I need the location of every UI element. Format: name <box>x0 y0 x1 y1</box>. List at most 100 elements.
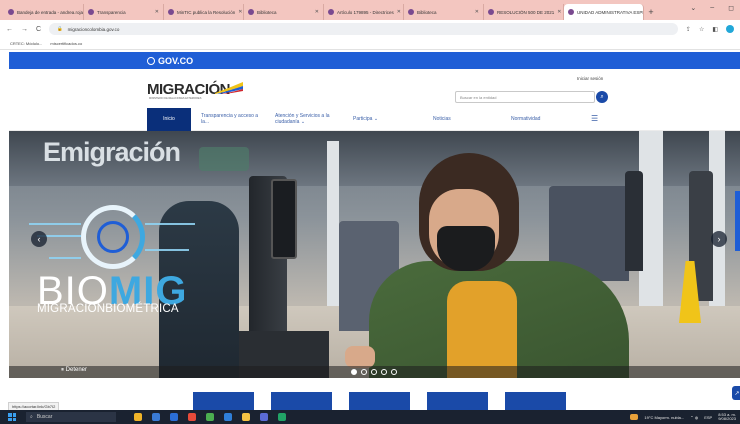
fingerprint-inner-ring <box>97 221 129 253</box>
service-tile[interactable] <box>427 392 488 410</box>
network-icon[interactable]: ⌃ ◍ <box>690 415 698 420</box>
browser-tab[interactable]: RESOLUCIÓN 500 DE 2021 ✕ <box>484 4 564 20</box>
browser-tab[interactable]: Biblioteca ✕ <box>244 4 324 20</box>
biomig-subtitle: MIGRACIÓNBIOMÉTRICA <box>37 303 179 315</box>
language-indicator[interactable]: ESP <box>704 415 712 420</box>
tab-favicon-icon <box>568 9 574 15</box>
carousel-dot[interactable] <box>381 369 387 375</box>
side-accessibility-tab[interactable] <box>735 191 740 251</box>
lock-icon: 🔒 <box>57 26 63 31</box>
service-tile[interactable] <box>505 392 566 410</box>
hero-sign-panel <box>199 147 249 171</box>
windows-taskbar: ⌕ Buscar <box>0 410 740 424</box>
close-icon[interactable]: ✕ <box>155 9 159 15</box>
folder-icon[interactable] <box>134 413 142 421</box>
nav-item[interactable]: Atención y Servicios a la ciudadanía ⌄ <box>275 108 345 131</box>
nav-item[interactable]: Inicio <box>147 108 191 131</box>
bookmark-item[interactable]: CRTEC: Módulo... <box>10 41 42 46</box>
service-tile[interactable] <box>271 392 332 410</box>
sidebar-icon[interactable]: ◧ <box>712 26 718 33</box>
chrome-icon[interactable] <box>206 413 214 421</box>
tab-label: Artículo 179895 - Directrices <box>337 9 394 15</box>
chevron-down-icon[interactable]: ⌄ <box>690 4 696 12</box>
carousel-dot[interactable] <box>351 369 357 375</box>
search-input[interactable]: Buscar en la entidad <box>455 91 595 103</box>
close-icon[interactable]: ✕ <box>315 9 319 15</box>
circuit-line <box>145 223 195 225</box>
teams-icon[interactable] <box>260 413 268 421</box>
forward-icon[interactable]: → <box>21 26 28 33</box>
browser-tab[interactable]: Transparencia ✕ <box>84 4 164 20</box>
hamburger-menu-icon[interactable]: ☰ <box>591 108 603 131</box>
carousel-dot[interactable] <box>371 369 377 375</box>
minimize-icon[interactable]: – <box>710 4 714 12</box>
kiosk-screen <box>271 179 297 259</box>
close-icon[interactable]: ✕ <box>557 9 561 15</box>
browser-tab[interactable]: Biblioteca ✕ <box>404 4 484 20</box>
explorer-icon[interactable] <box>242 413 250 421</box>
face-mask <box>437 226 495 271</box>
nav-item[interactable]: Normatividad <box>511 108 551 131</box>
login-link[interactable]: Iniciar sesión <box>577 76 603 81</box>
search-icon[interactable]: ⌕ <box>596 91 608 103</box>
taskbar-search-label: Buscar <box>36 414 53 420</box>
close-icon[interactable]: ✕ <box>238 9 242 15</box>
close-icon[interactable]: ✕ <box>475 9 479 15</box>
carousel-next-button[interactable]: › <box>711 231 727 247</box>
hero-crowd <box>625 171 643 271</box>
carousel-dots <box>351 369 397 375</box>
tab-label: Transparencia <box>97 9 126 15</box>
app-icon[interactable] <box>188 413 196 421</box>
tab-favicon-icon <box>88 9 94 15</box>
nav-item[interactable]: Participa ⌄ <box>353 108 393 131</box>
hero-carousel: Emigración BIOMIG MIGRACIÓNBIOMÉTRICA ‹ … <box>9 131 740 378</box>
close-icon[interactable]: ✕ <box>397 9 401 15</box>
service-tile[interactable] <box>193 392 254 410</box>
circuit-line <box>145 249 189 251</box>
carousel-dot[interactable] <box>391 369 397 375</box>
taskbar-search[interactable]: ⌕ Buscar <box>26 412 116 422</box>
weather-icon <box>630 414 639 420</box>
tab-label: UNIDAD ADMINISTRATIVA ESPECIAL <box>577 9 643 15</box>
logo-swoosh-icon <box>215 82 243 94</box>
new-tab-button[interactable]: + <box>644 4 658 20</box>
windows-start-icon[interactable] <box>8 413 16 421</box>
clock[interactable]: 8:53 a. m. 9/08/2023 <box>718 412 736 422</box>
outlook-icon[interactable] <box>170 413 178 421</box>
hero-pillar <box>327 141 339 311</box>
taskbar-apps <box>134 413 286 421</box>
tab-label: MinTIC publica la Resolución <box>177 9 236 15</box>
maximize-icon[interactable]: ◻ <box>728 4 734 12</box>
screen: { "browser": { "tabs": [ {"label": "Band… <box>0 0 740 424</box>
browser-tab[interactable]: UNIDAD ADMINISTRATIVA ESPECIAL✕ <box>564 4 644 20</box>
nav-item[interactable]: Transparencia y acceso a la... <box>201 108 261 131</box>
excel-icon[interactable] <box>278 413 286 421</box>
bookmarks-bar: CRTEC: Módulo... miscertificados.co <box>0 38 740 50</box>
reload-icon[interactable]: C <box>36 26 41 33</box>
service-tile[interactable] <box>349 392 410 410</box>
nav-item[interactable]: Noticias <box>433 108 463 131</box>
word-icon[interactable] <box>224 413 232 421</box>
tab-label: Biblioteca <box>257 9 277 15</box>
store-icon[interactable] <box>152 413 160 421</box>
carousel-stop-button[interactable]: ⏸ Detener <box>61 367 87 374</box>
profile-avatar[interactable] <box>726 25 734 33</box>
browser-tab[interactable]: Artículo 179895 - Directrices ✕ <box>324 4 404 20</box>
carousel-dot[interactable] <box>361 369 367 375</box>
star-icon[interactable]: ☆ <box>699 26 704 33</box>
browser-tab[interactable]: Bandeja de entrada - andrea.rojas✕ <box>4 4 84 20</box>
tab-favicon-icon <box>8 9 14 15</box>
gov-co-bar[interactable]: GOV.CO <box>9 52 740 69</box>
back-icon[interactable]: ← <box>6 26 13 33</box>
scroll-top-button[interactable]: ↗ <box>732 386 740 400</box>
share-icon[interactable]: ⇪ <box>686 26 691 33</box>
tab-favicon-icon <box>328 9 334 15</box>
url-text: migracioncolombia.gov.co <box>67 26 120 32</box>
address-bar: ← → C 🔒 migracioncolombia.gov.co ⇪ ☆ ◧ <box>0 20 740 38</box>
carousel-prev-button[interactable]: ‹ <box>31 231 47 247</box>
bookmark-item[interactable]: miscertificados.co <box>50 41 82 46</box>
hero-sign-text: Emigración <box>43 137 181 167</box>
browser-tab[interactable]: MinTIC publica la Resolución ✕ <box>164 4 244 20</box>
weather-text[interactable]: 19°C Mayorm. nubla... <box>644 415 684 420</box>
url-field[interactable]: 🔒 migracioncolombia.gov.co <box>49 23 678 35</box>
